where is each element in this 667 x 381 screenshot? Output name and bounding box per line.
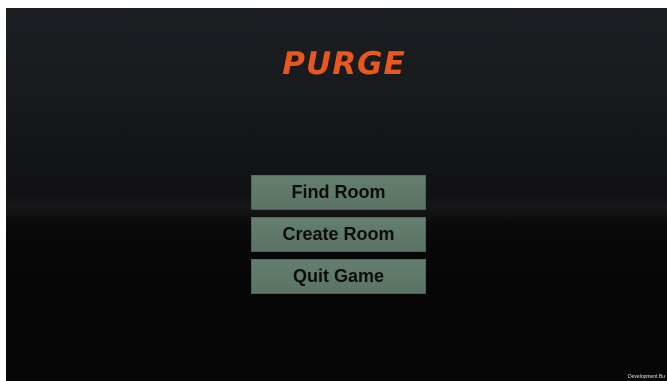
main-menu: Find Room Create Room Quit Game — [251, 175, 426, 301]
create-room-button[interactable]: Create Room — [251, 217, 426, 252]
game-title: PURGE — [282, 46, 406, 82]
quit-game-button[interactable]: Quit Game — [251, 259, 426, 294]
development-build-label: Development Bu — [628, 374, 665, 380]
find-room-button[interactable]: Find Room — [251, 175, 426, 210]
game-viewport: PURGE Find Room Create Room Quit Game De… — [6, 8, 667, 381]
